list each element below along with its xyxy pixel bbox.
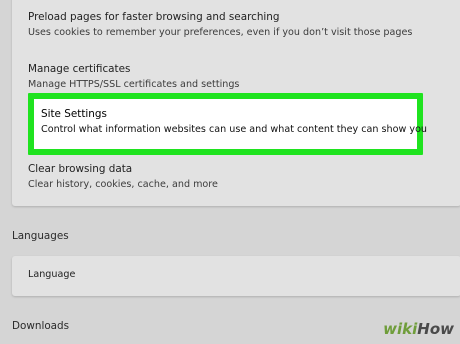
language-card: Language [12,256,460,296]
privacy-settings-card: Preload pages for faster browsing and se… [12,0,460,206]
watermark-wiki-text: wiki [383,320,418,338]
site-settings-item-highlighted[interactable]: Site Settings Control what information w… [28,93,427,155]
watermark-how-text: How [417,320,454,338]
clear-browsing-data-title: Clear browsing data [28,163,133,175]
manage-certificates-description: Manage HTTPS/SSL certificates and settin… [28,79,240,90]
preload-pages-description: Uses cookies to remember your preference… [28,27,413,38]
clear-browsing-data-setting[interactable]: Clear browsing data Clear history, cooki… [28,162,460,192]
site-settings-title: Site Settings [41,108,107,120]
languages-section-heading: Languages [12,230,69,242]
site-settings-description: Control what information websites can us… [41,124,428,135]
preload-pages-setting[interactable]: Preload pages for faster browsing and se… [28,10,460,40]
preload-pages-title: Preload pages for faster browsing and se… [28,11,280,23]
downloads-section-heading: Downloads [12,320,70,332]
clear-browsing-data-description: Clear history, cookies, cache, and more [28,179,218,190]
wikihow-watermark: wikiHow [383,320,454,338]
manage-certificates-title: Manage certificates [28,63,131,75]
language-setting-row[interactable]: Language [28,269,75,280]
manage-certificates-setting[interactable]: Manage certificates Manage HTTPS/SSL cer… [28,62,460,92]
